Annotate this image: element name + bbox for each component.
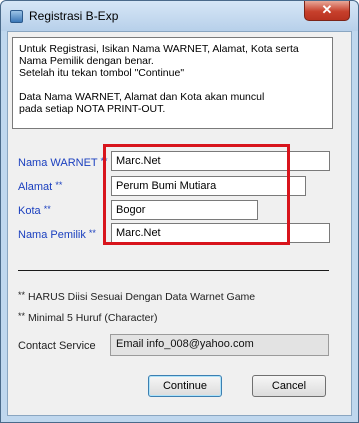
- contact-service-value: Email info_008@yahoo.com: [110, 334, 329, 356]
- owner-name-label: Nama Pemilik **: [18, 228, 96, 241]
- continue-button[interactable]: Continue: [148, 375, 222, 397]
- warnet-name-label-text: Nama WARNET: [18, 157, 98, 169]
- title-bar[interactable]: Registrasi B-Exp ✕: [1, 1, 358, 31]
- info-line: pada setiap NOTA PRINT-OUT.: [19, 103, 166, 115]
- required-mark: **: [43, 204, 51, 214]
- app-icon: [10, 10, 23, 23]
- address-label: Alamat **: [18, 180, 62, 193]
- highlight-annotation: [103, 144, 290, 245]
- info-line: Untuk Registrasi, Isikan Nama WARNET, Al…: [19, 43, 299, 55]
- info-line: Nama Pemilik dengan benar.: [19, 55, 154, 67]
- info-line: [19, 79, 332, 91]
- required-mark: **: [55, 180, 63, 190]
- min-length-note: ** Minimal 5 Huruf (Character): [18, 311, 157, 324]
- city-label: Kota **: [18, 204, 51, 217]
- required-note: ** HARUS Diisi Sesuai Dengan Data Warnet…: [18, 290, 255, 303]
- warnet-name-label: Nama WARNET **: [18, 156, 108, 169]
- city-label-text: Kota: [18, 205, 41, 217]
- info-line: Setelah itu tekan tombol "Continue": [19, 67, 185, 79]
- cancel-button[interactable]: Cancel: [252, 375, 326, 397]
- divider: [18, 270, 329, 271]
- required-mark: **: [18, 290, 26, 300]
- info-line: Data Nama WARNET, Alamat dan Kota akan m…: [19, 91, 265, 103]
- dialog-body: Untuk Registrasi, Isikan Nama WARNET, Al…: [7, 31, 352, 416]
- contact-service-label: Contact Service: [18, 340, 96, 352]
- close-button[interactable]: ✕: [304, 1, 350, 21]
- window-title: Registrasi B-Exp: [29, 9, 119, 23]
- owner-name-label-text: Nama Pemilik: [18, 229, 86, 241]
- required-note-text: HARUS Diisi Sesuai Dengan Data Warnet Ga…: [27, 291, 256, 303]
- info-panel: Untuk Registrasi, Isikan Nama WARNET, Al…: [12, 37, 333, 129]
- address-label-text: Alamat: [18, 181, 53, 193]
- registration-dialog: Registrasi B-Exp ✕ Untuk Registrasi, Isi…: [0, 0, 359, 423]
- min-length-note-text: Minimal 5 Huruf (Character): [27, 312, 158, 324]
- required-mark: **: [88, 228, 96, 238]
- required-mark: **: [18, 311, 26, 321]
